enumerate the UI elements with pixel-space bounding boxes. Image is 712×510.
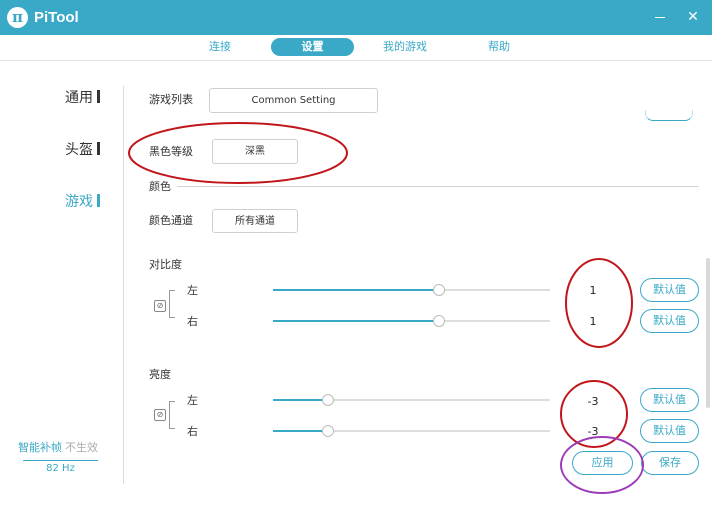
brightness-left-default-button[interactable]: 默认值 [640,388,699,412]
apply-button[interactable]: 应用 [572,451,633,475]
sidebar-item-label: 头盔 [65,142,93,158]
sidebar-item-game[interactable]: 游戏 [40,192,100,212]
brightness-right-value: -3 [587,425,599,438]
contrast-left-label: 左 [187,284,198,297]
link-bracket [169,290,175,318]
sidebar-divider [123,86,124,484]
brightness-right-default-button[interactable]: 默认值 [640,419,699,443]
sidebar-indicator [97,142,100,155]
close-icon[interactable]: ✕ [686,8,700,26]
contrast-left-slider[interactable] [273,284,550,296]
frame-interp-status: 不生效 [65,441,98,454]
frame-interp-label[interactable]: 智能补帧 [18,441,62,454]
tab-connect[interactable]: 连接 [193,38,247,56]
frame-interp-underline [23,460,98,461]
save-button[interactable]: 保存 [641,451,699,475]
pitool-window: π PiTool ✕ 连接 设置 我的游戏 帮助 通用 头盔 游戏 智能补帧 不生… [0,0,712,510]
color-channel-select[interactable]: 所有通道 [212,209,298,233]
color-section-divider [177,186,699,187]
frame-interpolation: 智能补帧 不生效 [18,440,98,455]
game-list-select[interactable]: Common Setting [209,88,378,113]
brightness-left-slider[interactable] [273,394,550,406]
contrast-left-default-button[interactable]: 默认值 [640,278,699,302]
slider-fill [273,320,440,322]
color-section-title: 颜色 [149,180,171,193]
content-scrollbar[interactable] [706,258,710,408]
brightness-right-slider[interactable] [273,425,550,437]
sidebar-indicator [97,194,100,207]
app-title: PiTool [34,9,79,26]
brightness-left-value: -3 [587,395,599,408]
color-channel-label: 颜色通道 [149,214,193,227]
brightness-right-label: 右 [187,425,198,438]
slider-fill [273,289,440,291]
slider-thumb[interactable] [433,284,446,296]
nav-divider [0,60,712,61]
sidebar-indicator [97,90,100,103]
contrast-left-value: 1 [589,284,597,297]
brightness-title: 亮度 [149,368,171,381]
contrast-title: 对比度 [149,258,182,271]
tab-settings[interactable]: 设置 [271,38,354,56]
title-bar: π PiTool ✕ [0,0,712,35]
minimize-icon[interactable] [655,17,665,18]
sidebar-item-general[interactable]: 通用 [40,88,100,108]
black-level-label: 黑色等级 [149,145,193,158]
link-lr-icon[interactable]: ⊘ [154,409,166,421]
sidebar-item-label: 通用 [65,90,93,106]
annotation-ellipse-contrast-values [565,258,633,348]
tab-my-games[interactable]: 我的游戏 [372,38,438,56]
brightness-left-label: 左 [187,394,198,407]
contrast-right-slider[interactable] [273,315,550,327]
contrast-right-value: 1 [589,315,597,328]
contrast-right-default-button[interactable]: 默认值 [640,309,699,333]
black-level-select[interactable]: 深黑 [212,139,298,164]
top-nav: 连接 设置 我的游戏 帮助 [0,35,712,60]
slider-thumb[interactable] [322,394,335,406]
dropdown-partial [645,110,693,121]
pitool-logo-icon: π [7,7,28,28]
tab-help[interactable]: 帮助 [472,38,526,56]
refresh-rate: 82 Hz [46,463,75,474]
slider-fill [273,430,329,432]
game-list-label: 游戏列表 [149,93,193,106]
link-bracket [169,401,175,429]
sidebar-item-headset[interactable]: 头盔 [40,140,100,160]
slider-thumb[interactable] [322,425,335,437]
slider-fill [273,399,329,401]
slider-thumb[interactable] [433,315,446,327]
link-lr-icon[interactable]: ⊘ [154,300,166,312]
sidebar-item-label: 游戏 [65,194,93,210]
contrast-right-label: 右 [187,315,198,328]
